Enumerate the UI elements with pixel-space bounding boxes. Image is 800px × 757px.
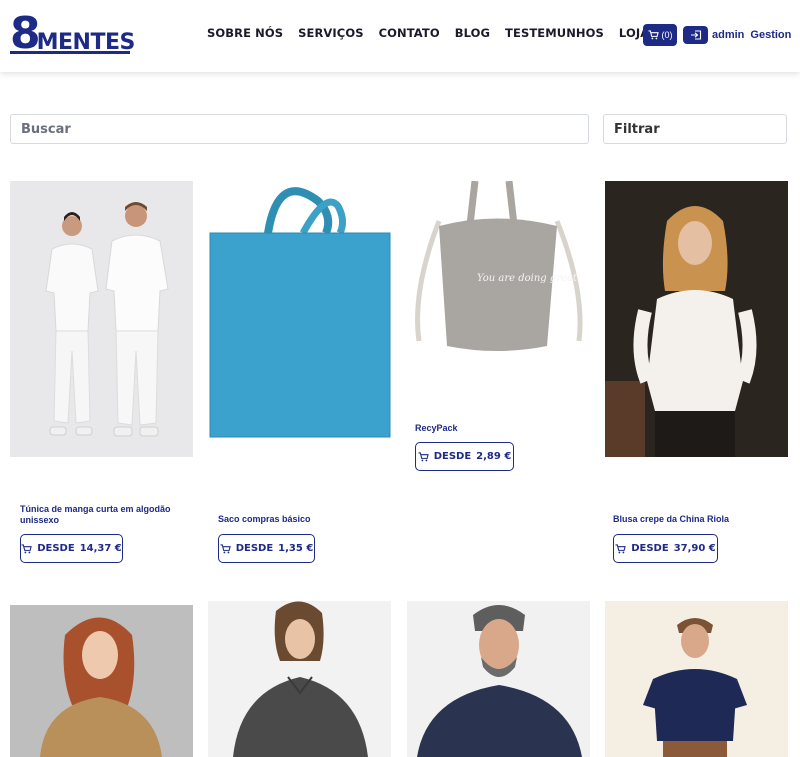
- cart-button[interactable]: (0): [643, 24, 677, 46]
- nav-servicos[interactable]: SERVIÇOS: [298, 26, 363, 40]
- gestion-link[interactable]: Gestion: [750, 29, 791, 41]
- cart-icon: [615, 543, 626, 553]
- price-button[interactable]: DESDE 37,90 €: [613, 534, 718, 563]
- login-button[interactable]: [683, 26, 708, 44]
- product-name[interactable]: RecyPack: [415, 423, 590, 434]
- product-image-blusa[interactable]: [605, 181, 788, 457]
- price-prefix: DESDE: [631, 543, 669, 554]
- logo-underline: [10, 51, 130, 54]
- product-image-navy-polo[interactable]: [605, 601, 788, 757]
- cart-icon: [648, 30, 659, 40]
- price-button[interactable]: DESDE 1,35 €: [218, 534, 315, 563]
- product-image-grey-shirt[interactable]: [208, 601, 391, 757]
- price-prefix: DESDE: [433, 451, 472, 462]
- product-image-saco[interactable]: [208, 181, 391, 457]
- nav-testemunhos[interactable]: TESTEMUNHOS: [505, 26, 604, 40]
- price-prefix: DESDE: [235, 543, 274, 554]
- product-image-tunica[interactable]: [10, 181, 193, 457]
- nav-contato[interactable]: CONTATO: [379, 26, 440, 40]
- price-value: 14,37 €: [79, 543, 122, 554]
- price-prefix: DESDE: [37, 543, 75, 554]
- user-admin-link[interactable]: admin: [712, 29, 744, 41]
- nav-blog[interactable]: BLOG: [455, 26, 490, 40]
- price-button[interactable]: DESDE 2,89 €: [415, 442, 514, 471]
- cart-icon: [21, 543, 32, 553]
- price-value: 37,90 €: [673, 543, 716, 554]
- product-image-navy-shirt[interactable]: [407, 601, 590, 757]
- user-links: admin Gestion: [712, 29, 791, 41]
- product-image-recypack[interactable]: You are doing great: [407, 181, 590, 364]
- product-name[interactable]: Saco compras básico: [218, 514, 393, 525]
- main-nav: SOBRE NÓS SERVIÇOS CONTATO BLOG TESTEMUN…: [207, 26, 649, 40]
- brand-logo[interactable]: 8 MENTES: [10, 12, 135, 56]
- nav-sobre-nos[interactable]: SOBRE NÓS: [207, 26, 283, 40]
- search-input[interactable]: [10, 114, 589, 144]
- cart-count: (0): [661, 30, 673, 40]
- product-image-gold-blouse[interactable]: [10, 605, 193, 757]
- price-button[interactable]: DESDE 14,37 €: [20, 534, 123, 563]
- price-value: 1,35 €: [278, 543, 314, 554]
- filter-label: Filtrar: [614, 121, 660, 137]
- product-name[interactable]: Blusa crepe da China Riola: [613, 514, 788, 525]
- sign-in-icon: [690, 30, 701, 40]
- filter-dropdown[interactable]: Filtrar: [603, 114, 787, 144]
- site-header: 8 MENTES SOBRE NÓS SERVIÇOS CONTATO BLOG …: [0, 0, 800, 72]
- cart-icon: [220, 543, 231, 553]
- bag-print-text: You are doing great: [477, 273, 578, 284]
- cart-icon: [418, 451, 429, 461]
- price-value: 2,89 €: [476, 451, 512, 462]
- product-name[interactable]: Túnica de manga curta em algodão unissex…: [20, 504, 195, 526]
